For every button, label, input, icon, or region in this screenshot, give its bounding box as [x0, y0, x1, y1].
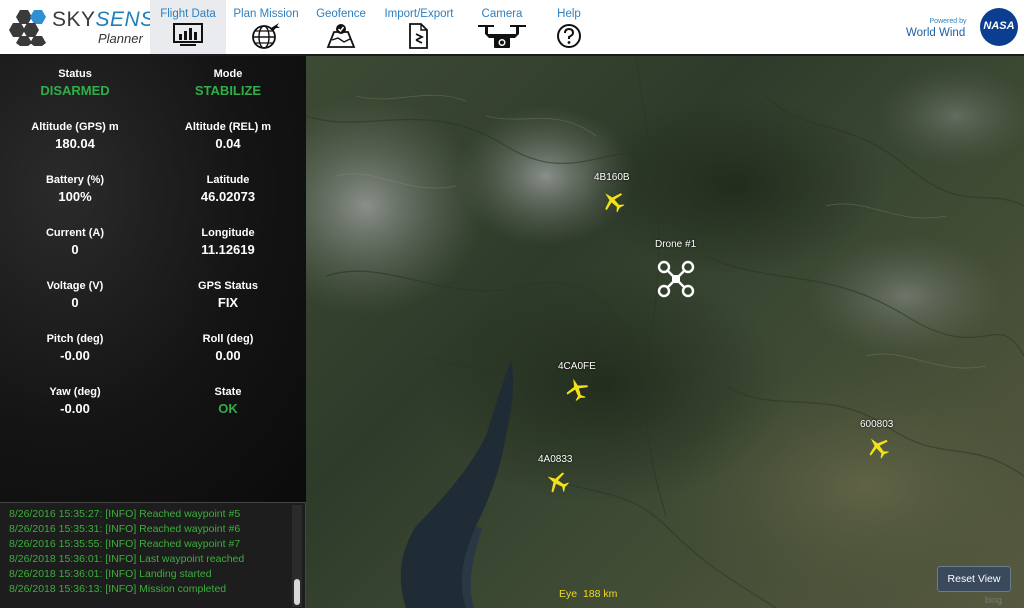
telemetry-label: Battery (%) — [45, 174, 105, 186]
telemetry-item: Yaw (deg) -0.00 — [0, 386, 150, 416]
app-root: SKYSENSE Planner Flight Data Plan Missio… — [0, 0, 1024, 608]
telemetry-value: FIX — [217, 295, 239, 310]
world-wind-logo: Powered by World Wind NASA — [906, 8, 1018, 48]
telemetry-item: Pitch (deg) -0.00 — [0, 333, 150, 363]
brand-sky: SKY — [52, 8, 96, 31]
tab-geofence-label: Geofence — [316, 8, 366, 20]
drone-camera-icon — [478, 25, 526, 48]
telemetry-label: Pitch (deg) — [46, 333, 104, 345]
terrain-imagery — [306, 56, 1024, 608]
drone-label: Drone #1 — [655, 239, 697, 250]
log-line: 8/26/2018 15:36:01: [INFO] Landing start… — [9, 568, 212, 580]
nasa-text: NASA — [983, 20, 1015, 32]
tab-help-label: Help — [557, 8, 581, 20]
telemetry-label: Voltage (V) — [46, 280, 104, 292]
telemetry-value: 0.04 — [215, 136, 241, 151]
tab-import-export[interactable]: Import/Export — [380, 0, 458, 54]
tab-flight-data-label: Flight Data — [160, 8, 216, 20]
tab-camera[interactable]: Camera — [470, 0, 534, 54]
telemetry-item: Status DISARMED — [0, 68, 150, 98]
top-nav-bar: SKYSENSE Planner Flight Data Plan Missio… — [0, 0, 1024, 56]
telemetry-label: Altitude (REL) m — [184, 121, 272, 133]
telemetry-value: -0.00 — [60, 348, 90, 363]
reset-view-button[interactable]: Reset View — [937, 566, 1011, 592]
aircraft-icon[interactable] — [544, 469, 570, 495]
tab-geofence[interactable]: Geofence — [306, 0, 376, 54]
telemetry-item: Mode STABILIZE — [153, 68, 303, 98]
log-scrollbar-thumb[interactable] — [294, 579, 300, 605]
aircraft-label: 4A0833 — [538, 454, 573, 465]
skysense-logo: SKYSENSE Planner — [6, 6, 169, 50]
telemetry-label: State — [214, 386, 242, 398]
telemetry-value: 180.04 — [55, 136, 95, 151]
telemetry-label: Roll (deg) — [202, 333, 254, 345]
aircraft-label: 4CA0FE — [558, 361, 596, 372]
log-line: 8/26/2016 15:35:31: [INFO] Reached waypo… — [9, 523, 241, 535]
telemetry-value: STABILIZE — [194, 83, 262, 98]
hexagon-logo-icon — [9, 10, 46, 46]
powered-by-text: Powered by — [929, 18, 967, 25]
telemetry-value: -0.00 — [60, 401, 90, 416]
telemetry-panel: Status DISARMED Mode STABILIZE Altitude (GPS… — [0, 56, 306, 502]
file-arrows-icon — [409, 23, 428, 49]
telemetry-label: Mode — [213, 68, 243, 80]
log-line: 8/26/2016 15:35:55: [INFO] Reached waypo… — [9, 538, 241, 550]
aircraft-label: 4B160B — [594, 172, 630, 183]
map-check-icon — [326, 24, 356, 48]
telemetry-value: 0 — [71, 295, 79, 310]
telemetry-item: Longitude 11.12619 — [153, 227, 303, 257]
telemetry-label: Latitude — [206, 174, 250, 186]
question-circle-icon — [557, 24, 581, 48]
eye-altitude-readout: Eye 188 km — [559, 588, 617, 600]
telemetry-value: OK — [218, 401, 238, 416]
telemetry-item: Latitude 46.02073 — [153, 174, 303, 204]
telemetry-label: Current (A) — [45, 227, 105, 239]
bing-attribution: bing — [985, 595, 1003, 605]
telemetry-label: Yaw (deg) — [49, 386, 101, 398]
telemetry-label: Longitude — [201, 227, 255, 239]
telemetry-item: State OK — [153, 386, 303, 416]
telemetry-value: 0.00 — [215, 348, 241, 363]
telemetry-value: DISARMED — [40, 83, 110, 98]
telemetry-item: Voltage (V) 0 — [0, 280, 150, 310]
log-line: 8/26/2018 15:36:13: [INFO] Mission compl… — [9, 583, 227, 595]
telemetry-value: 11.12619 — [201, 242, 255, 257]
telemetry-item: Altitude (REL) m 0.04 — [153, 121, 303, 151]
chart-monitor-icon — [173, 23, 203, 46]
telemetry-label: Status — [58, 68, 92, 80]
telemetry-value: 100% — [58, 189, 92, 204]
tab-help[interactable]: Help — [544, 0, 594, 54]
drone-icon[interactable] — [656, 259, 696, 299]
log-panel[interactable]: 8/26/2016 15:35:27: [INFO] Reached waypo… — [0, 502, 306, 608]
telemetry-value: 46.02073 — [200, 189, 256, 204]
log-scrollbar[interactable] — [292, 505, 302, 607]
telemetry-item: Current (A) 0 — [0, 227, 150, 257]
globe-plane-icon — [252, 23, 280, 49]
aircraft-icon[interactable] — [564, 376, 590, 402]
map-view[interactable]: 4B160B 4CA0FE 4A0833 600803 Drone #1 Eye… — [306, 56, 1024, 608]
log-line: 8/26/2018 15:36:01: [INFO] Last waypoint… — [9, 553, 245, 565]
telemetry-label: GPS Status — [198, 280, 258, 292]
telemetry-label: Altitude (GPS) m — [31, 121, 119, 133]
telemetry-item: Altitude (GPS) m 180.04 — [0, 121, 150, 151]
tab-flight-data[interactable]: Flight Data — [150, 0, 226, 54]
tab-import-export-label: Import/Export — [384, 8, 454, 20]
tab-plan-mission-label: Plan Mission — [233, 8, 299, 20]
telemetry-item: Battery (%) 100% — [0, 174, 150, 204]
nasa-logo-icon: NASA — [980, 8, 1018, 46]
tab-plan-mission[interactable]: Plan Mission — [228, 0, 304, 54]
world-wind-text: World Wind — [906, 27, 966, 39]
brand-subtitle: Planner — [98, 31, 143, 46]
aircraft-icon[interactable] — [865, 434, 891, 460]
eye-label: Eye — [559, 588, 578, 600]
tab-camera-label: Camera — [481, 8, 523, 20]
telemetry-item: Roll (deg) 0.00 — [153, 333, 303, 363]
aircraft-icon[interactable] — [600, 188, 626, 214]
aircraft-label: 600803 — [860, 419, 894, 430]
telemetry-value: 0 — [71, 242, 79, 257]
log-line: 8/26/2016 15:35:27: [INFO] Reached waypo… — [9, 508, 241, 520]
telemetry-item: GPS Status FIX — [153, 280, 303, 310]
eye-value: 188 km — [582, 588, 618, 600]
